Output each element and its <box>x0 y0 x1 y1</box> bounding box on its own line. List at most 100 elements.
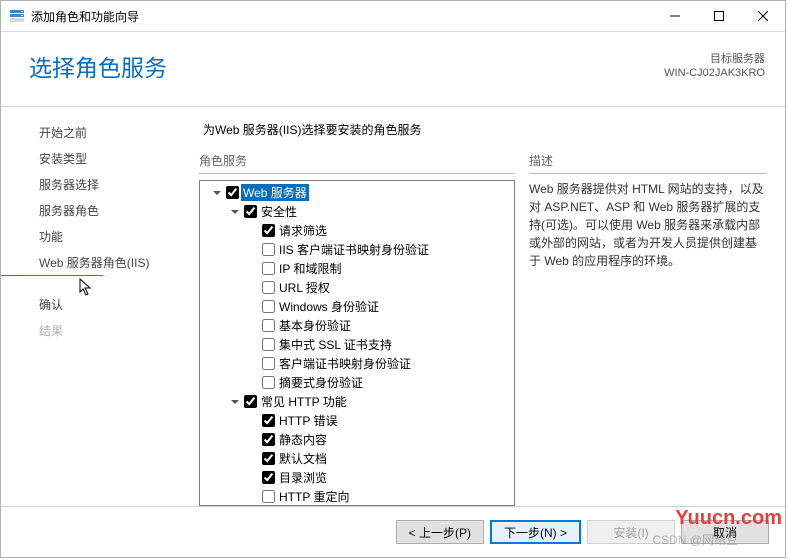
tree-row-3[interactable]: IIS 客户端证书映射身份验证 <box>202 240 512 259</box>
tree-label[interactable]: 常见 HTTP 功能 <box>259 393 349 410</box>
tree-row-1[interactable]: 安全性 <box>202 202 512 221</box>
header: 选择角色服务 目标服务器 WIN-CJ02JAK3KRO <box>1 32 785 107</box>
checkbox-input[interactable] <box>262 224 275 237</box>
checkbox-input[interactable] <box>244 205 257 218</box>
tree-row-8[interactable]: 集中式 SSL 证书支持 <box>202 335 512 354</box>
window-controls <box>653 1 785 31</box>
maximize-button[interactable] <box>697 1 741 31</box>
nav-item-4[interactable]: 功能 <box>1 223 189 249</box>
server-manager-icon <box>9 8 25 24</box>
footer: < 上一步(P) 下一步(N) > 安装(I) 取消 <box>1 506 785 557</box>
checkbox[interactable] <box>262 490 275 503</box>
twisty-spacer <box>246 338 260 352</box>
checkbox[interactable] <box>244 395 257 408</box>
checkbox-input[interactable] <box>262 300 275 313</box>
close-button[interactable] <box>741 1 785 31</box>
checkbox[interactable] <box>262 338 275 351</box>
checkbox-input[interactable] <box>262 338 275 351</box>
tree-row-15[interactable]: 目录浏览 <box>202 468 512 487</box>
tree-label[interactable]: Windows 身份验证 <box>277 298 381 315</box>
tree-row-7[interactable]: 基本身份验证 <box>202 316 512 335</box>
checkbox[interactable] <box>262 224 275 237</box>
tree-row-12[interactable]: HTTP 错误 <box>202 411 512 430</box>
nav-item-3[interactable]: 服务器角色 <box>1 197 189 223</box>
nav-item-7[interactable]: 确认 <box>1 291 189 317</box>
tree-label[interactable]: 摘要式身份验证 <box>277 374 365 391</box>
nav-item-2[interactable]: 服务器选择 <box>1 171 189 197</box>
checkbox[interactable] <box>262 243 275 256</box>
checkbox-input[interactable] <box>262 414 275 427</box>
checkbox-input[interactable] <box>262 376 275 389</box>
tree-label[interactable]: 基本身份验证 <box>277 317 353 334</box>
checkbox[interactable] <box>226 186 239 199</box>
checkbox-input[interactable] <box>262 433 275 446</box>
checkbox-input[interactable] <box>244 395 257 408</box>
nav-item-5[interactable]: Web 服务器角色(IIS) <box>1 249 189 275</box>
checkbox[interactable] <box>262 433 275 446</box>
tree-label[interactable]: Web 服务器 <box>241 184 309 201</box>
role-services-tree[interactable]: Web 服务器安全性请求筛选 IIS 客户端证书映射身份验证 IP 和域限制 URL … <box>199 180 515 506</box>
checkbox-input[interactable] <box>262 262 275 275</box>
tree-row-5[interactable]: URL 授权 <box>202 278 512 297</box>
tree-label[interactable]: HTTP 重定向 <box>277 488 351 505</box>
tree-label[interactable]: 客户端证书映射身份验证 <box>277 355 413 372</box>
nav-item-0[interactable]: 开始之前 <box>1 119 189 145</box>
checkbox-input[interactable] <box>262 471 275 484</box>
tree-row-0[interactable]: Web 服务器 <box>202 183 512 202</box>
twisty-open-icon[interactable] <box>228 395 242 409</box>
tree-label[interactable]: URL 授权 <box>277 279 332 296</box>
next-button[interactable]: 下一步(N) > <box>490 520 581 544</box>
tree-label[interactable]: 集中式 SSL 证书支持 <box>277 336 394 353</box>
content-columns: 角色服务 Web 服务器安全性请求筛选IIS 客户端证书映射身份验证IP 和域限… <box>199 152 767 506</box>
tree-row-13[interactable]: 静态内容 <box>202 430 512 449</box>
twisty-spacer <box>246 357 260 371</box>
checkbox-input[interactable] <box>262 281 275 294</box>
tree-label[interactable]: IP 和域限制 <box>277 260 343 277</box>
twisty-spacer <box>246 243 260 257</box>
checkbox-input[interactable] <box>262 319 275 332</box>
twisty-spacer <box>246 471 260 485</box>
install-button[interactable]: 安装(I) <box>587 520 675 544</box>
nav-item-6[interactable]: 角色服务 <box>1 275 103 276</box>
nav-item-1[interactable]: 安装类型 <box>1 145 189 171</box>
checkbox[interactable] <box>262 300 275 313</box>
tree-row-11[interactable]: 常见 HTTP 功能 <box>202 392 512 411</box>
tree-row-14[interactable]: 默认文档 <box>202 449 512 468</box>
minimize-button[interactable] <box>653 1 697 31</box>
checkbox[interactable] <box>262 319 275 332</box>
checkbox[interactable] <box>244 205 257 218</box>
tree-row-16[interactable]: HTTP 重定向 <box>202 487 512 506</box>
description-text: Web 服务器提供对 HTML 网站的支持，以及对 ASP.NET、ASP 和 … <box>529 180 767 270</box>
tree-label[interactable]: 默认文档 <box>277 450 329 467</box>
checkbox[interactable] <box>262 376 275 389</box>
prev-button[interactable]: < 上一步(P) <box>396 520 484 544</box>
twisty-spacer <box>246 433 260 447</box>
checkbox[interactable] <box>262 414 275 427</box>
tree-label[interactable]: IIS 客户端证书映射身份验证 <box>277 241 431 258</box>
tree-row-4[interactable]: IP 和域限制 <box>202 259 512 278</box>
tree-label[interactable]: 静态内容 <box>277 431 329 448</box>
tree-label[interactable]: 安全性 <box>259 203 299 220</box>
cancel-button[interactable]: 取消 <box>681 520 769 544</box>
checkbox-input[interactable] <box>262 357 275 370</box>
target-server-value: WIN-CJ02JAK3KRO <box>664 66 765 80</box>
checkbox[interactable] <box>262 452 275 465</box>
checkbox-input[interactable] <box>262 490 275 503</box>
tree-row-9[interactable]: 客户端证书映射身份验证 <box>202 354 512 373</box>
checkbox[interactable] <box>262 281 275 294</box>
tree-label[interactable]: 目录浏览 <box>277 469 329 486</box>
tree-label[interactable]: HTTP 错误 <box>277 412 339 429</box>
tree-row-2[interactable]: 请求筛选 <box>202 221 512 240</box>
target-server-label: 目标服务器 <box>664 52 765 66</box>
tree-row-6[interactable]: Windows 身份验证 <box>202 297 512 316</box>
checkbox[interactable] <box>262 262 275 275</box>
checkbox-input[interactable] <box>262 452 275 465</box>
checkbox-input[interactable] <box>226 186 239 199</box>
twisty-open-icon[interactable] <box>228 205 242 219</box>
checkbox[interactable] <box>262 357 275 370</box>
checkbox-input[interactable] <box>262 243 275 256</box>
checkbox[interactable] <box>262 471 275 484</box>
tree-label[interactable]: 请求筛选 <box>277 222 329 239</box>
tree-row-10[interactable]: 摘要式身份验证 <box>202 373 512 392</box>
twisty-open-icon[interactable] <box>210 186 224 200</box>
